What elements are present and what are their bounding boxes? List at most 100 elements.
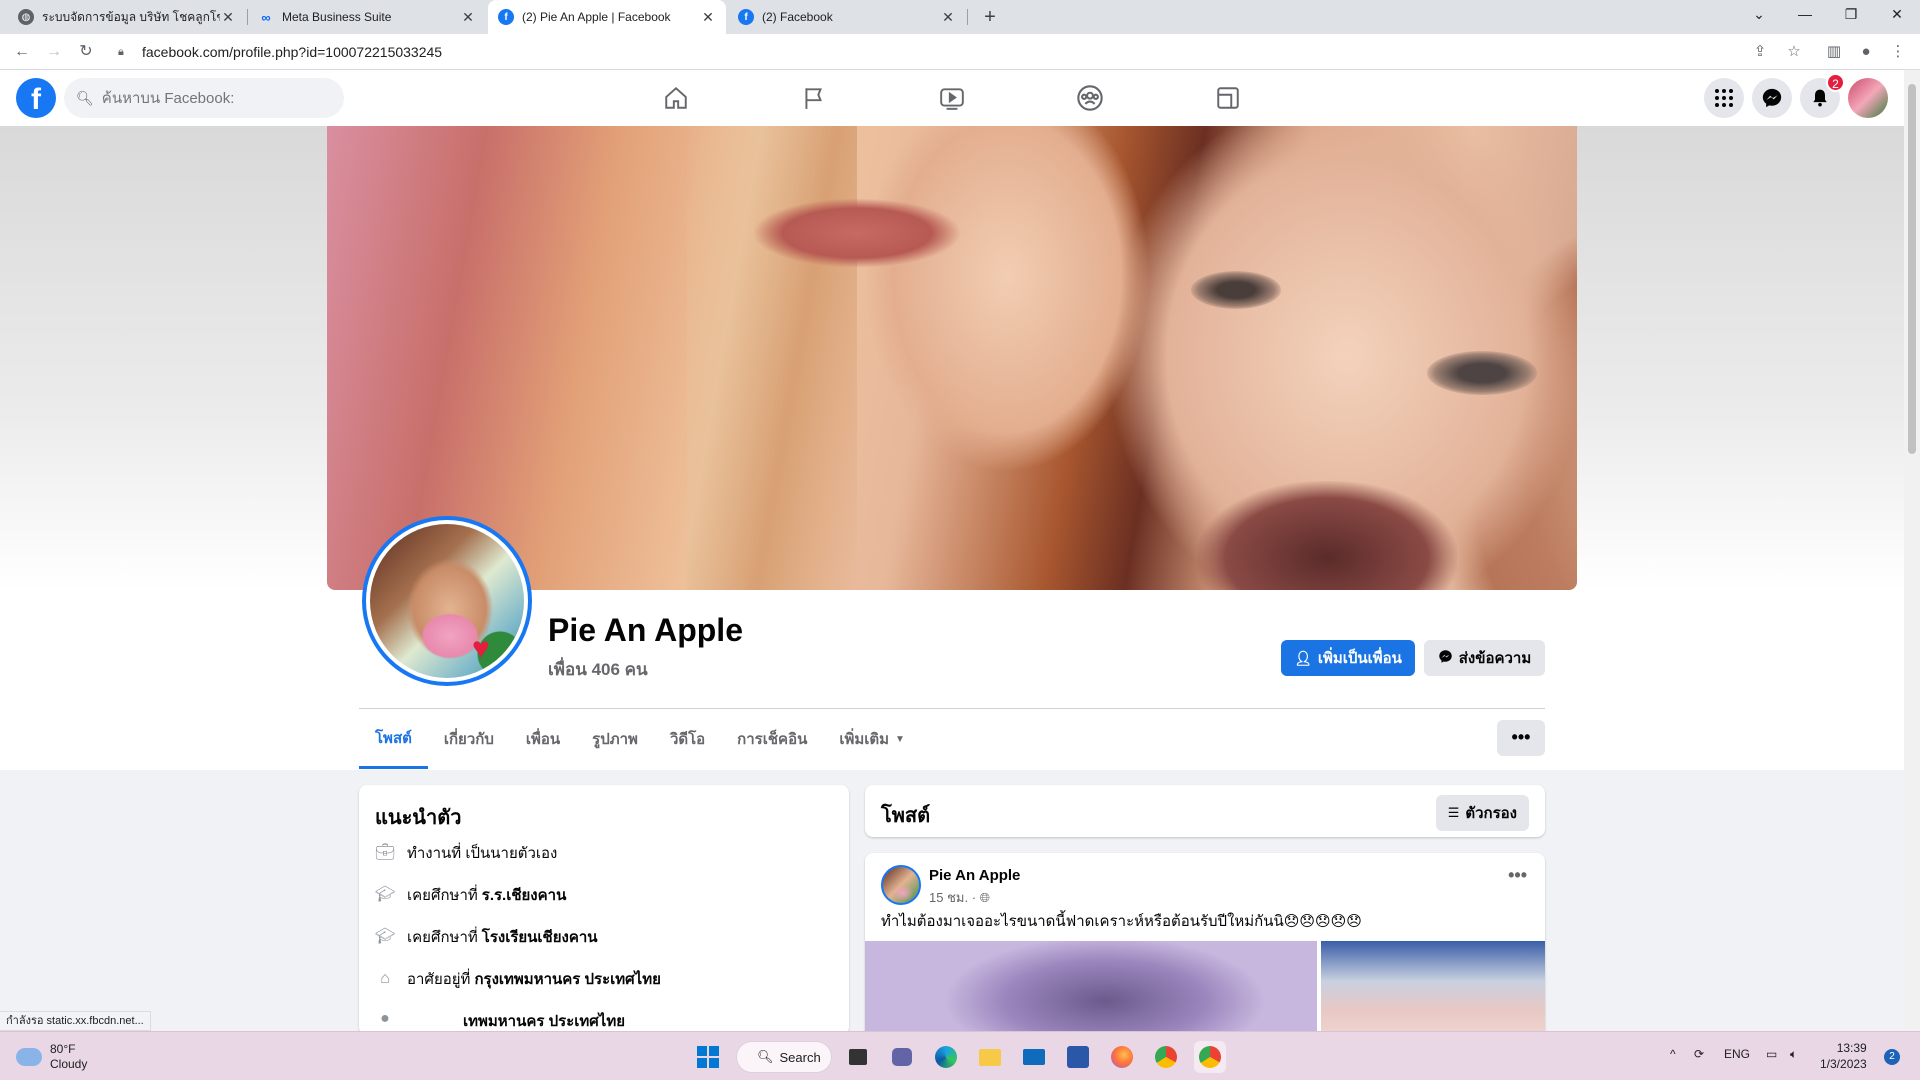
add-friend-button[interactable]: 👤︎ เพิ่มเป็นเพื่อน bbox=[1281, 640, 1415, 676]
facebook-top-nav: f 🔍︎ 2 bbox=[0, 70, 1904, 126]
browser-tab-bar: ◍ ระบบจัดการข้อมูล บริษัท โชคลูกโชต ✕ ∞ … bbox=[0, 0, 1920, 34]
graduation-cap-icon: 🎓︎ bbox=[375, 928, 396, 945]
nav-groups[interactable] bbox=[1034, 70, 1146, 126]
tab-posts[interactable]: โพสต์ bbox=[359, 709, 428, 769]
chrome-icon bbox=[1155, 1046, 1177, 1068]
cover-photo[interactable] bbox=[327, 126, 1577, 590]
browser-tab-2[interactable]: ∞ Meta Business Suite ✕ bbox=[248, 0, 486, 34]
nav-home[interactable] bbox=[620, 70, 732, 126]
taskbar-clock[interactable]: 13:39 1/3/2023 bbox=[1820, 1040, 1867, 1072]
firefox-button[interactable] bbox=[1106, 1041, 1138, 1073]
watch-icon bbox=[940, 88, 964, 110]
browser-status-bubble: กำลังรอ static.xx.fbcdn.net... bbox=[0, 1011, 151, 1031]
windows-start-button[interactable] bbox=[692, 1041, 724, 1073]
side-panel-icon[interactable]: ▥ bbox=[1822, 40, 1846, 64]
chrome-button[interactable] bbox=[1150, 1041, 1182, 1073]
close-icon[interactable]: ✕ bbox=[940, 9, 956, 26]
edge-button[interactable] bbox=[930, 1041, 962, 1073]
close-icon[interactable]: ✕ bbox=[460, 9, 476, 26]
language-indicator[interactable]: ENG bbox=[1724, 1047, 1750, 1061]
tab-checkins[interactable]: การเช็คอิน bbox=[721, 709, 823, 769]
profile-icon[interactable]: ● bbox=[1854, 40, 1878, 64]
chat-icon bbox=[892, 1048, 912, 1066]
filter-button[interactable]: ☰ ตัวกรอง bbox=[1435, 795, 1529, 831]
edge-icon bbox=[935, 1046, 957, 1068]
tab-videos[interactable]: วิดีโอ bbox=[654, 709, 721, 769]
close-window-button[interactable]: ✕ bbox=[1874, 0, 1920, 28]
reload-icon[interactable]: ↻ bbox=[74, 40, 98, 64]
intro-item-education-2: 🎓︎ เคยศึกษาที่ โรงเรียนเชียงคาน bbox=[375, 928, 598, 946]
restore-button[interactable]: ❐ bbox=[1828, 0, 1874, 28]
house-icon: ⌂ bbox=[380, 970, 390, 987]
facebook-search-input[interactable] bbox=[101, 89, 322, 107]
scrollbar-thumb[interactable] bbox=[1908, 84, 1916, 454]
post-timestamp[interactable]: 15 ชม. · 🌐︎ bbox=[929, 887, 990, 908]
close-icon[interactable]: ✕ bbox=[700, 9, 716, 26]
url-field[interactable]: 🔒︎ facebook.com/profile.php?id=100072215… bbox=[110, 38, 1780, 66]
file-explorer-button[interactable] bbox=[974, 1041, 1006, 1073]
new-tab-button[interactable]: + bbox=[977, 4, 1003, 30]
profile-avatar[interactable]: ♥ bbox=[362, 516, 532, 686]
profile-more-options-button[interactable]: ••• bbox=[1497, 720, 1545, 756]
chrome-icon bbox=[1199, 1046, 1221, 1068]
notification-badge: 2 bbox=[1826, 73, 1845, 92]
windows-logo-icon bbox=[697, 1046, 719, 1068]
messenger-button[interactable] bbox=[1752, 78, 1792, 118]
back-arrow-icon[interactable]: ← bbox=[10, 40, 34, 64]
task-view-button[interactable] bbox=[842, 1041, 874, 1073]
post-author-avatar[interactable] bbox=[881, 865, 921, 905]
browser-tab-3-active[interactable]: f (2) Pie An Apple | Facebook ✕ bbox=[488, 0, 726, 34]
post-photo[interactable] bbox=[1321, 941, 1545, 1033]
tab-more[interactable]: เพิ่มเติม ▼ bbox=[823, 709, 921, 769]
minimize-button[interactable]: — bbox=[1782, 0, 1828, 28]
windows-taskbar: 80°F Cloudy 🔍︎ Search ^ ⟳ ENG ▭ 🔈︎ 13:39… bbox=[0, 1031, 1920, 1080]
app-button[interactable] bbox=[1062, 1041, 1094, 1073]
graduation-cap-icon: 🎓︎ bbox=[375, 886, 396, 903]
chevron-up-icon[interactable]: ^ bbox=[1670, 1047, 1676, 1061]
chrome-active-button[interactable] bbox=[1194, 1041, 1226, 1073]
weather-widget[interactable]: 80°F Cloudy bbox=[16, 1042, 87, 1072]
sync-icon[interactable]: ⟳ bbox=[1694, 1047, 1704, 1061]
menu-grid-button[interactable] bbox=[1704, 78, 1744, 118]
nav-pages[interactable] bbox=[758, 70, 870, 126]
home-icon bbox=[665, 86, 687, 109]
task-view-icon bbox=[849, 1049, 867, 1065]
tab-photos[interactable]: รูปภาพ bbox=[576, 709, 654, 769]
browser-tab-4[interactable]: f (2) Facebook ✕ bbox=[728, 0, 966, 34]
browser-menu-icon[interactable]: ⋮ bbox=[1886, 40, 1910, 64]
mail-button[interactable] bbox=[1018, 1041, 1050, 1073]
intro-item-from-icon: ● bbox=[375, 1009, 407, 1029]
close-icon[interactable]: ✕ bbox=[220, 9, 236, 26]
taskbar-search-button[interactable]: 🔍︎ Search bbox=[736, 1041, 832, 1073]
profile-tabs: โพสต์ เกี่ยวกับ เพื่อน รูปภาพ วิดีโอ การ… bbox=[359, 709, 921, 769]
account-avatar[interactable] bbox=[1848, 78, 1888, 118]
tab-friends[interactable]: เพื่อน bbox=[510, 709, 576, 769]
posts-header-card: โพสต์ ☰ ตัวกรอง bbox=[865, 785, 1545, 837]
messenger-icon bbox=[1438, 649, 1453, 667]
forward-arrow-icon[interactable]: → bbox=[42, 40, 66, 64]
post-options-button[interactable]: ••• bbox=[1508, 865, 1527, 886]
tab-search-icon[interactable]: ⌄ bbox=[1736, 0, 1782, 28]
facebook-logo-icon[interactable]: f bbox=[16, 78, 56, 118]
tab-about[interactable]: เกี่ยวกับ bbox=[428, 709, 510, 769]
teams-chat-button[interactable] bbox=[886, 1041, 918, 1073]
facebook-search-box[interactable]: 🔍︎ bbox=[64, 78, 344, 118]
monitor-icon[interactable]: ▭ bbox=[1766, 1047, 1777, 1061]
browser-tab-1[interactable]: ◍ ระบบจัดการข้อมูล บริษัท โชคลูกโชต ✕ bbox=[8, 0, 246, 34]
share-icon[interactable]: ⇪ bbox=[1748, 40, 1772, 64]
intro-item-lives-in: ⌂ อาศัยอยู่ที่ กรุงเทพมหานคร ประเทศไทย bbox=[375, 967, 661, 991]
post-author-name[interactable]: Pie An Apple bbox=[929, 867, 1020, 884]
tab-separator bbox=[967, 9, 968, 25]
posts-title: โพสต์ bbox=[881, 805, 931, 827]
caret-down-icon: ▼ bbox=[895, 733, 905, 745]
nav-gaming[interactable] bbox=[1172, 70, 1284, 126]
messenger-icon bbox=[1762, 88, 1782, 108]
send-message-button[interactable]: ส่งข้อความ bbox=[1424, 640, 1545, 676]
nav-watch[interactable] bbox=[896, 70, 1008, 126]
bell-icon bbox=[1813, 89, 1827, 107]
friend-count[interactable]: เพื่อน 406 คน bbox=[548, 656, 648, 683]
post-photo[interactable] bbox=[865, 941, 1317, 1033]
notification-center-badge[interactable]: 2 bbox=[1884, 1049, 1900, 1065]
bookmark-star-icon[interactable]: ☆ bbox=[1782, 40, 1806, 64]
speaker-icon[interactable]: 🔈︎ bbox=[1790, 1047, 1797, 1062]
